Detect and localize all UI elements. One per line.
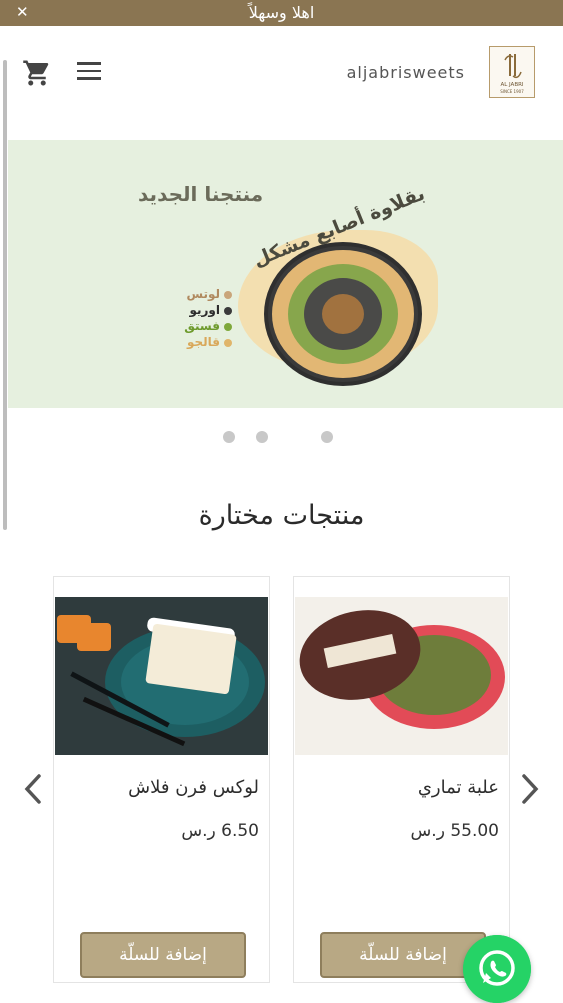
- brand-logo[interactable]: AL JABRI SINCE 1907: [489, 46, 535, 98]
- product-image[interactable]: [295, 597, 508, 755]
- shopping-cart-icon[interactable]: [22, 58, 52, 88]
- flavor-item: اوريو: [176, 302, 232, 318]
- price-value: 6.50: [221, 821, 259, 841]
- product-name[interactable]: لوكس فرن فلاش: [128, 777, 259, 798]
- carousel-dot[interactable]: [256, 431, 268, 443]
- add-to-cart-button[interactable]: إضافة للسلّة: [320, 932, 486, 978]
- logo-wordmark: AL JABRI: [500, 82, 523, 88]
- product-card[interactable]: علبة تماري 55.00 ر.س إضافة للسلّة: [293, 576, 510, 983]
- flavor-item: قالجو: [176, 334, 232, 350]
- welcome-bar: ✕ اهلا وسهلاً: [0, 0, 563, 26]
- flavor-item: فستق: [176, 318, 232, 334]
- page-scrollbar[interactable]: [3, 60, 7, 530]
- currency-label: ر.س: [181, 821, 216, 841]
- carousel-dots: [0, 431, 563, 445]
- product-card[interactable]: لوكس فرن فلاش 6.50 ر.س إضافة للسلّة: [53, 576, 270, 983]
- flavor-legend: لوتس اوريو فستق قالجو: [176, 286, 232, 350]
- hero-banner[interactable]: منتجنا الجديد بقلاوة أصابع مشكل لوتس اور…: [8, 140, 563, 408]
- product-price: 6.50 ر.س: [175, 821, 259, 841]
- carousel-dot[interactable]: [321, 431, 333, 443]
- price-value: 55.00: [450, 821, 499, 841]
- whatsapp-icon[interactable]: [463, 935, 531, 1003]
- site-header: aljabrisweets AL JABRI SINCE 1907: [0, 26, 563, 121]
- add-to-cart-button[interactable]: إضافة للسلّة: [80, 932, 246, 978]
- chevron-left-icon[interactable]: [22, 772, 44, 806]
- hamburger-menu-icon[interactable]: [77, 62, 101, 82]
- flavor-item: لوتس: [176, 286, 232, 302]
- product-price: 55.00 ر.س: [405, 821, 499, 841]
- product-name[interactable]: علبة تماري: [418, 777, 499, 798]
- currency-label: ر.س: [410, 821, 445, 841]
- product-image[interactable]: [55, 597, 268, 755]
- chevron-right-icon[interactable]: [519, 772, 541, 806]
- featured-section-title: منتجات مختارة: [198, 500, 365, 531]
- banner-title: منتجنا الجديد: [138, 182, 264, 206]
- welcome-text: اهلا وسهلاً: [248, 3, 315, 22]
- baklava-tray-image: [264, 242, 422, 386]
- logo-since: SINCE 1907: [500, 89, 524, 94]
- brand-name[interactable]: aljabrisweets: [347, 63, 465, 82]
- carousel-dot[interactable]: [223, 431, 235, 443]
